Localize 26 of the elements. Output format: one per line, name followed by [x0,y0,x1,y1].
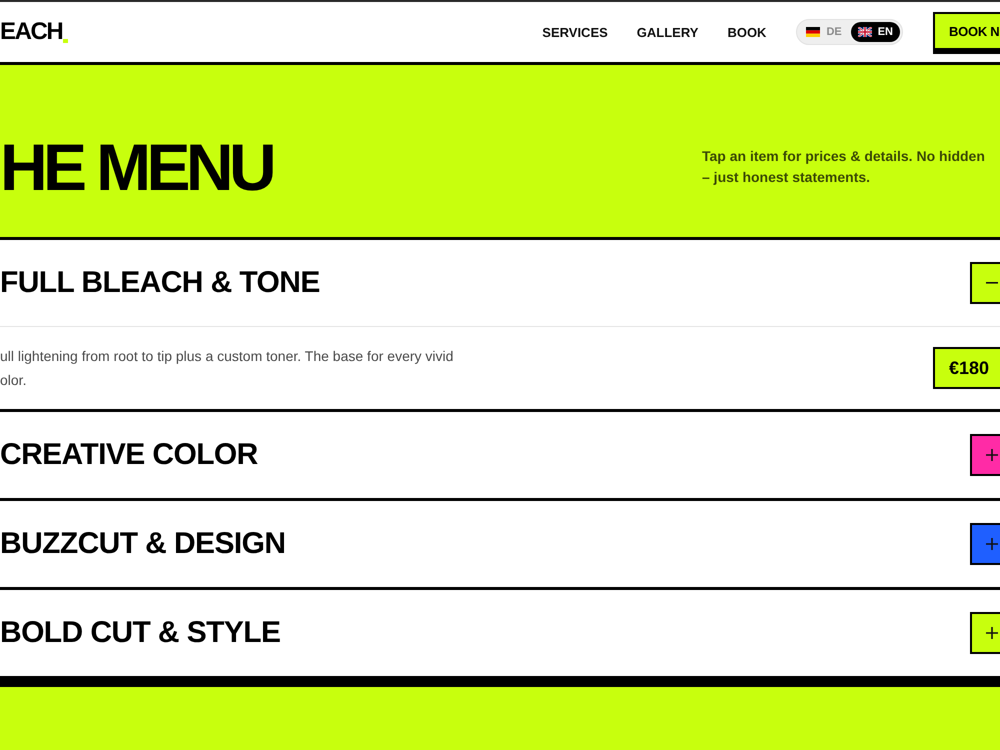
plus-icon [986,449,998,461]
language-label: DE [826,26,842,38]
book-now-button[interactable]: BOOK N [933,12,1000,54]
german-flag-icon [806,27,820,37]
service-title: CREATIVE COLOR [0,440,258,470]
plus-icon [986,627,998,639]
price-tag: €180 [933,347,1000,389]
logo[interactable]: EACH [0,20,62,44]
language-label: EN [878,26,893,38]
service-description: ull lightening from root to tip plus a custom toner. The base for every vivid olor. [0,347,454,390]
uk-flag-icon [858,27,872,37]
service-title: BOLD CUT & STYLE [0,618,280,648]
nav-link[interactable]: BOOK [727,26,766,38]
plus-icon [986,538,998,550]
service-title: FULL BLEACH & TONE [0,268,320,298]
service-title: BUZZCUT & DESIGN [0,529,286,559]
minus-icon [986,282,998,284]
toggle-button[interactable] [970,612,1000,654]
nav-link[interactable]: SERVICES [542,26,608,38]
toggle-button[interactable] [970,434,1000,476]
toggle-button[interactable] [970,523,1000,565]
intro-text: Tap an item for prices & details. No hidden – just honest statements. [702,147,986,187]
language-option[interactable]: EN [850,22,900,42]
toggle-button[interactable] [970,262,1000,304]
nav-link[interactable]: GALLERY [636,26,698,38]
page-title: HE MENU [0,134,272,200]
